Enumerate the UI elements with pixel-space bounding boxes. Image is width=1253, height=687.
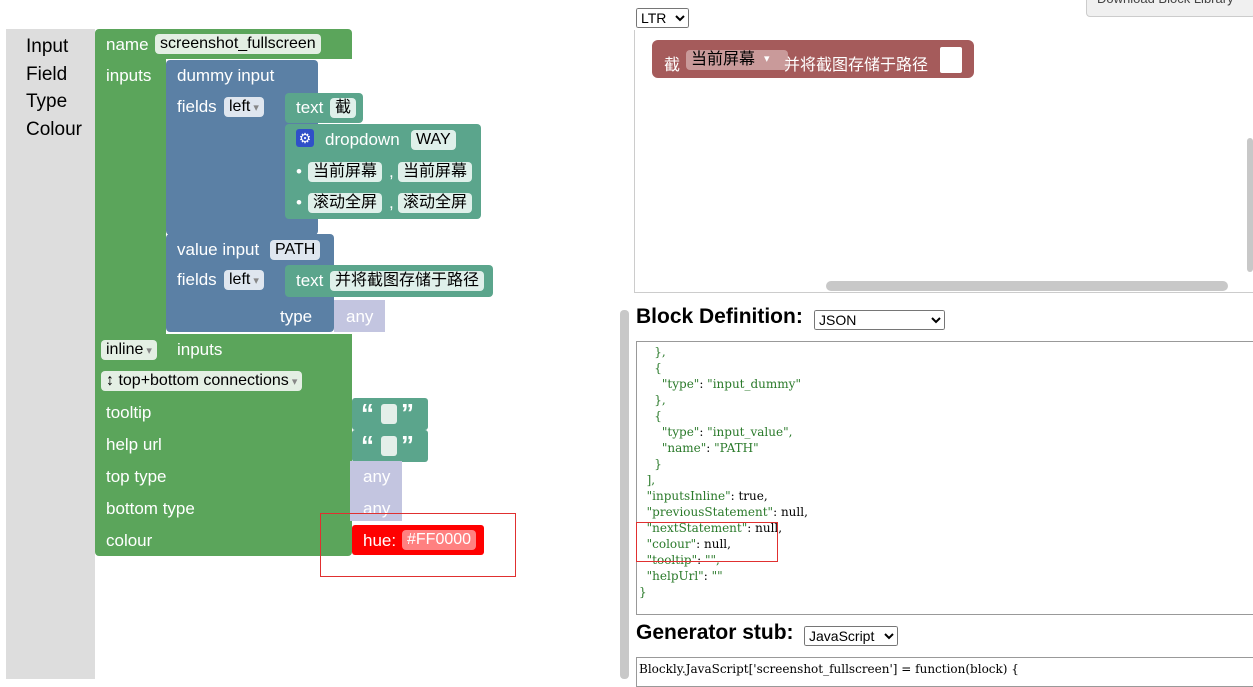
text-field-label-2: text: [296, 271, 324, 290]
option-1-value[interactable]: 当前屏幕: [398, 162, 473, 182]
quote-close-icon: ”: [401, 398, 414, 428]
quote-close-icon: ”: [401, 430, 414, 460]
option-separator: ,: [389, 193, 394, 212]
code-line: "previousStatement": null,: [639, 505, 808, 519]
dropdown-arrow-icon: ▾: [764, 53, 770, 65]
option-bullet: •: [296, 162, 302, 181]
category-type[interactable]: Type: [26, 91, 67, 113]
value-input-name-field[interactable]: PATH: [270, 240, 321, 260]
generator-stub-title: Generator stub:: [636, 621, 794, 644]
toolbox: Input Field Type Colour: [6, 29, 95, 679]
text-field-label: text: [296, 98, 324, 117]
dropdown-name-field[interactable]: WAY: [411, 130, 456, 150]
generator-language-select[interactable]: JavaScript: [804, 626, 898, 646]
code-line: },: [639, 345, 666, 359]
inline-inputs-label: inputs: [177, 340, 223, 359]
code-line: "helpUrl": "": [639, 569, 723, 583]
value-fields-label: fields: [177, 270, 217, 289]
generator-stub-text: Blockly.JavaScript['screenshot_fullscree…: [639, 662, 1019, 676]
preview-block-text1: 截: [664, 57, 681, 74]
text-field-value-2[interactable]: 并将截图存储于路径: [330, 271, 485, 291]
code-line: }: [639, 457, 662, 471]
inputs-label: inputs: [106, 66, 152, 85]
option-bullet: •: [296, 193, 302, 212]
text-field-value[interactable]: 截: [330, 98, 357, 118]
helpurl-text-field[interactable]: [381, 436, 397, 456]
category-colour[interactable]: Colour: [26, 119, 82, 141]
tooltip-text-field[interactable]: [381, 404, 397, 424]
dummy-fields-label: fields: [177, 97, 217, 116]
value-type-label: type: [280, 307, 313, 326]
code-line: },: [639, 393, 666, 407]
value-type-value: any: [346, 307, 374, 326]
dummy-input-label: dummy input: [177, 66, 275, 85]
preview-block-dropdown[interactable]: 当前屏幕: [686, 50, 788, 70]
quote-open-icon: “: [361, 430, 374, 460]
generator-stub-code[interactable]: Blockly.JavaScript['screenshot_fullscree…: [636, 657, 1253, 687]
block-definition-code[interactable]: }, { "type": "input_dummy" }, { "type": …: [636, 341, 1253, 615]
option-1-display[interactable]: 当前屏幕: [308, 162, 383, 182]
colour-label: colour: [106, 531, 153, 550]
category-field[interactable]: Field: [26, 64, 67, 86]
code-line: }: [639, 585, 647, 599]
top-type-value: any: [363, 467, 391, 486]
tooltip-label: tooltip: [106, 403, 152, 422]
quote-open-icon: “: [361, 398, 374, 428]
value-align-dropdown[interactable]: left: [224, 270, 264, 290]
option-separator: ,: [389, 162, 394, 181]
workspace-scrollbar[interactable]: [620, 310, 629, 679]
code-line: {: [639, 409, 662, 423]
name-label: name: [106, 35, 149, 54]
preview-block-text2: 并将截图存储于路径: [784, 57, 929, 74]
code-line: "type": "input_dummy": [639, 377, 801, 391]
gear-icon[interactable]: ⚙: [296, 129, 314, 147]
code-line: "type": "input_value",: [639, 425, 793, 439]
factory-base-block-left: [95, 59, 166, 339]
preview-vertical-scrollbar[interactable]: [1247, 138, 1253, 272]
download-block-library-button[interactable]: Download Block Library: [1086, 0, 1253, 17]
code-line: ],: [639, 473, 656, 487]
option-2-value[interactable]: 滚动全屏: [398, 193, 473, 213]
direction-select[interactable]: LTR: [636, 8, 689, 28]
block-definition-format-select[interactable]: JSON: [814, 310, 945, 330]
block-definition-title: Block Definition:: [636, 305, 803, 328]
dropdown-field-label: dropdown: [325, 130, 400, 149]
highlight-box-colour-block: [320, 513, 516, 577]
highlight-box-colour-line: [636, 522, 778, 562]
connections-dropdown[interactable]: ↕ top+bottom connections: [101, 371, 303, 391]
helpurl-label: help url: [106, 435, 162, 454]
value-input-socket: [940, 47, 962, 73]
bottom-type-label: bottom type: [106, 499, 195, 518]
code-line: {: [639, 361, 662, 375]
inline-dropdown[interactable]: inline: [101, 340, 157, 360]
preview-horizontal-scrollbar[interactable]: [826, 281, 1228, 291]
top-type-label: top type: [106, 467, 167, 486]
dummy-align-dropdown[interactable]: left: [224, 97, 264, 117]
category-input[interactable]: Input: [26, 36, 68, 58]
name-field[interactable]: screenshot_fullscreen: [155, 34, 321, 54]
value-input-label: value input: [177, 240, 260, 259]
code-line: "name": "PATH": [639, 441, 759, 455]
code-line: "inputsInline": true,: [639, 489, 768, 503]
option-2-display[interactable]: 滚动全屏: [308, 193, 383, 213]
